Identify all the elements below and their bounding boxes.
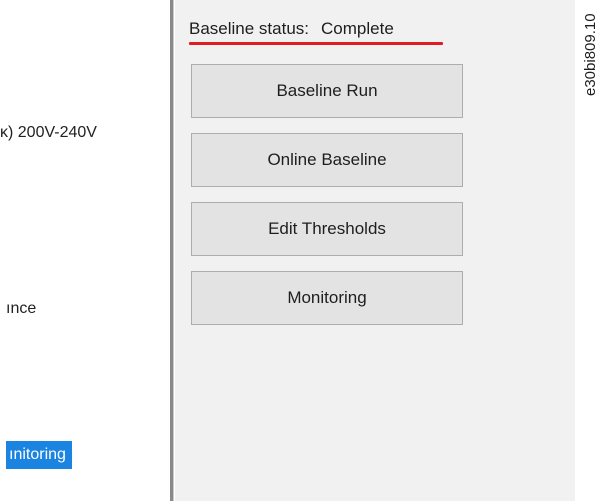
- online-baseline-button[interactable]: Online Baseline: [191, 133, 463, 187]
- figure-code-area: e30bi809.10: [575, 0, 609, 501]
- monitoring-tree-item-selected[interactable]: ınitoring: [6, 441, 72, 469]
- baseline-status-value: Complete: [321, 19, 394, 38]
- baseline-panel: Baseline status: Complete Baseline Run On…: [175, 0, 575, 501]
- baseline-run-button[interactable]: Baseline Run: [191, 64, 463, 118]
- screenshot-root: ĸ) 200V-240V ınce ınitoring Baseline sta…: [0, 0, 609, 501]
- left-settings-panel: ĸ) 200V-240V ınce ınitoring: [0, 0, 170, 501]
- status-red-underline: [189, 42, 443, 45]
- panel-splitter[interactable]: [170, 0, 174, 501]
- edit-thresholds-button[interactable]: Edit Thresholds: [191, 202, 463, 256]
- voltage-range-text: ĸ) 200V-240V: [0, 124, 97, 141]
- ance-text: ınce: [6, 300, 37, 317]
- monitoring-button[interactable]: Monitoring: [191, 271, 463, 325]
- baseline-status: Baseline status: Complete: [189, 18, 394, 40]
- figure-code-text: e30bi809.10: [582, 13, 599, 96]
- baseline-status-label: Baseline status:: [189, 19, 310, 38]
